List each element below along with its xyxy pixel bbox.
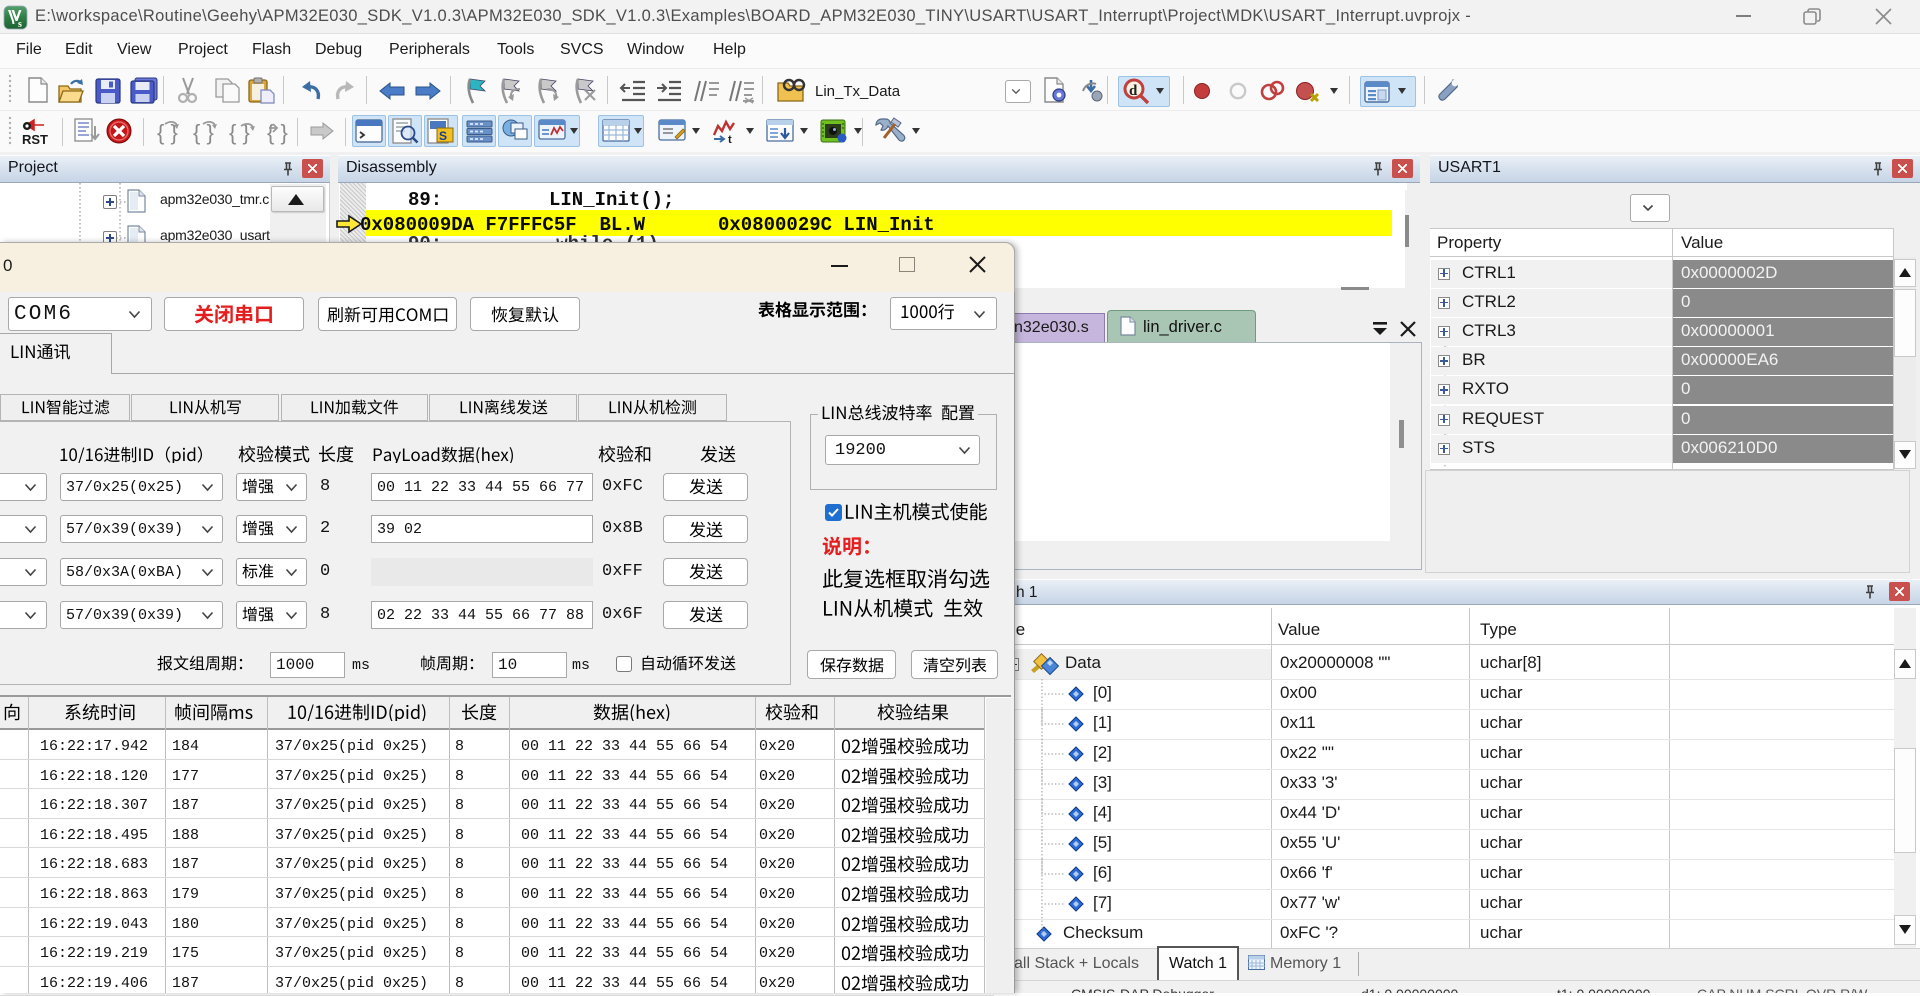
svg-text:s: s	[18, 19, 22, 30]
svg-text:d: d	[1129, 83, 1138, 99]
svg-text:S: S	[439, 129, 447, 143]
svg-text:RST: RST	[22, 132, 48, 147]
svg-text:{ }: { }	[267, 120, 288, 145]
svg-text:t: t	[728, 134, 732, 146]
